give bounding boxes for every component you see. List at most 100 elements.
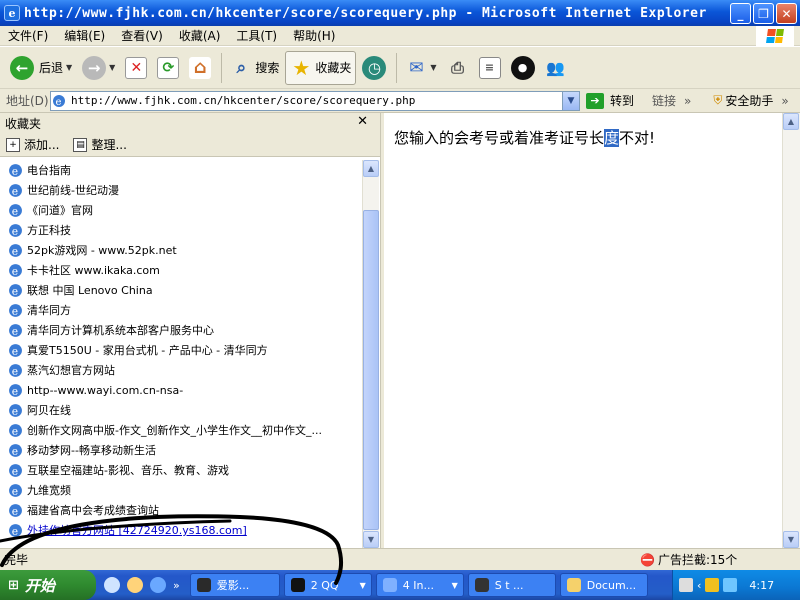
address-dropdown-icon[interactable]: ▼ [562,91,579,110]
favorite-item[interactable]: e 外挂作坊官方网站 [42724920.ys168.com] [0,520,362,540]
restore-button[interactable]: ❐ [753,3,774,24]
menu-file[interactable]: 文件(F) [0,27,56,44]
svg-text:e: e [12,424,18,437]
favorite-label: 创新作文网高中版-作文_创新作文_小学生作文__初中作文_... [27,424,322,437]
close-icon[interactable]: ✕ [357,114,368,129]
favorite-item[interactable]: e 电台指南 [0,160,362,180]
scroll-up-icon[interactable]: ▲ [363,160,379,177]
edit-button[interactable]: ≡ [475,51,505,85]
qq-penguin-icon: ● [510,55,535,80]
print-button[interactable]: ⎙ [443,51,473,85]
back-button[interactable]: ← 后退 ▼ [6,51,76,85]
chevron-right-icon[interactable]: » [781,94,788,108]
quick-launch: » [104,577,186,593]
start-button[interactable]: ⊞ 开始 [0,570,96,600]
chevron-right-icon[interactable]: » [173,579,180,592]
organize-label: 整理... [91,138,127,152]
favorite-item[interactable]: e 互联星空福建站-影视、音乐、教育、游戏 [0,460,362,480]
task-button-documents[interactable]: Docum... [559,573,648,597]
security-helper-button[interactable]: ⛨ 安全助手 [713,92,773,109]
favorite-label: 世纪前线-世纪动漫 [27,184,119,197]
status-text: 完毕 [4,553,29,567]
back-label: 后退 [39,61,64,75]
lock-icon[interactable] [705,578,720,592]
links-button[interactable]: 链接 [652,92,676,109]
chevron-right-icon[interactable]: » [684,94,691,108]
favorite-item[interactable]: e 52pk游戏网 - www.52pk.net [0,240,362,260]
favorite-item[interactable]: e 九维宽频 [0,480,362,500]
favorite-item[interactable]: e 真爱T5150U - 家用台式机 - 产品中心 - 清华同方 [0,340,362,360]
minimize-button[interactable]: _ [730,3,751,24]
menu-view[interactable]: 查看(V) [113,27,171,44]
ie-page-icon: e [9,303,22,317]
favorite-item[interactable]: e 《问道》官网 [0,200,362,220]
favorite-item[interactable]: e 蒸汽幻想官方网站 [0,360,362,380]
refresh-button[interactable]: ⟳ [153,51,183,85]
menu-favorites[interactable]: 收藏(A) [171,27,229,44]
network-icon[interactable] [723,578,738,592]
home-button[interactable]: ⌂ [185,51,215,85]
favorites-title: 收藏夹 [5,116,42,131]
close-button[interactable]: ✕ [776,3,797,24]
favorite-item[interactable]: e 世纪前线-世纪动漫 [0,180,362,200]
chevron-left-icon[interactable]: ‹ [697,579,701,592]
ad-blocker-status[interactable]: ⛔ 广告拦截:15个 [640,551,737,568]
add-favorite-button[interactable]: + 添加... [6,136,59,153]
clock: 4:17 [749,578,775,592]
keyboard-icon[interactable] [679,578,693,592]
favorite-item[interactable]: e 创新作文网高中版-作文_创新作文_小学生作文__初中作文_... [0,420,362,440]
mail-dropdown-icon[interactable]: ▼ [430,63,436,72]
favorite-label: 真爱T5150U - 家用台式机 - 产品中心 - 清华同方 [27,344,268,357]
scroll-down-icon[interactable]: ▼ [783,531,799,548]
svg-text:e: e [12,484,18,497]
ie-page-icon: e [9,203,22,217]
mail-button[interactable]: ✉ ▼ [401,51,440,85]
favorite-item[interactable]: e 联想 中国 Lenovo China [0,280,362,300]
address-combo[interactable]: e ▼ [50,90,580,111]
task-button-aiying[interactable]: 爱影... [189,573,280,597]
stop-button[interactable]: ✕ [121,51,151,85]
ie-page-icon: e [9,223,22,237]
back-dropdown-icon[interactable]: ▼ [66,63,72,72]
history-button[interactable]: ◷ [358,51,390,85]
favorite-item[interactable]: e 阿贝在线 [0,400,362,420]
favorites-scrollbar[interactable]: ▲ ▼ [362,160,379,548]
task-button-qq[interactable]: 2 QQ ▼ [283,573,372,597]
favorites-button[interactable]: ★ 收藏夹 [285,50,357,85]
ie-page-icon: e [9,323,22,337]
favorite-item[interactable]: e 福建省高中会考成绩查询站 [0,500,362,520]
ie-quick-icon[interactable] [150,577,166,593]
go-button[interactable]: ➔ 转到 [586,92,634,109]
favorite-item[interactable]: e 清华同方计算机系统本部客户服务中心 [0,320,362,340]
ie-page-icon: e [9,243,22,257]
messenger-button[interactable]: 👥 [541,51,571,85]
forward-dropdown-icon[interactable]: ▼ [109,63,115,72]
task-button-st[interactable]: S t ... [467,573,556,597]
page-scrollbar[interactable]: ▲ ▼ [782,113,800,548]
scrollbar-thumb[interactable] [363,210,379,530]
favorite-item[interactable]: e 方正科技 [0,220,362,240]
task-button-ie[interactable]: 4 In... ▼ [375,573,464,597]
menu-tools[interactable]: 工具(T) [228,27,285,44]
menu-edit[interactable]: 编辑(E) [56,27,113,44]
scroll-down-icon[interactable]: ▼ [363,531,379,548]
favorite-item[interactable]: e 移动梦网--畅享移动新生活 [0,440,362,460]
search-button[interactable]: ⌕ 搜索 [226,51,283,85]
organize-favorites-button[interactable]: ▤ 整理... [73,136,127,153]
qq-button[interactable]: ● [507,51,539,85]
scroll-up-icon[interactable]: ▲ [783,113,799,130]
svg-text:e: e [12,504,18,517]
ie-icon [382,578,397,592]
forward-button[interactable]: → ▼ [78,51,119,85]
address-input[interactable] [71,94,561,107]
favorite-item[interactable]: e http--www.wayi.com.cn-nsa- [0,380,362,400]
favorite-item[interactable]: e 清华同方 [0,300,362,320]
close-icon: ✕ [781,6,792,21]
task-label: 2 QQ [310,578,339,592]
show-desktop-icon[interactable] [127,577,143,593]
ie-page-icon: e [9,263,22,277]
menu-help[interactable]: 帮助(H) [285,27,343,44]
media-player-icon[interactable] [104,577,120,593]
title-bar[interactable]: e http://www.fjhk.com.cn/hkcenter/score/… [0,0,800,26]
favorite-item[interactable]: e 卡卡社区 www.ikaka.com [0,260,362,280]
